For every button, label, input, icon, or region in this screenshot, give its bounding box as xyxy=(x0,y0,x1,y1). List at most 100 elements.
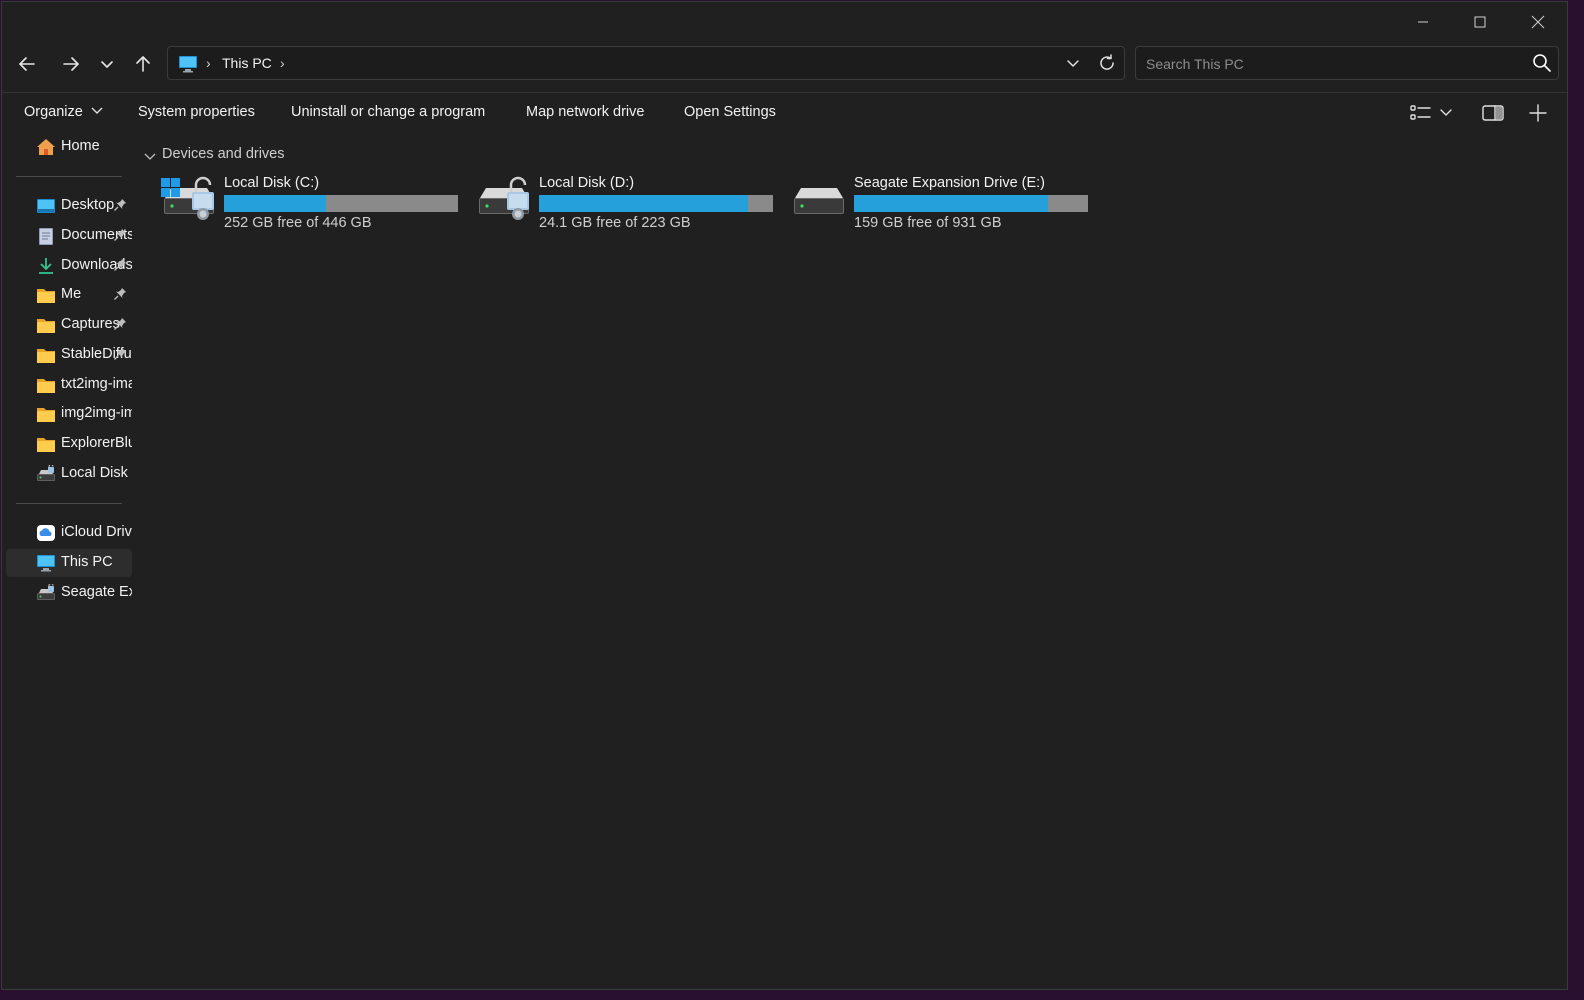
sidebar-item-home[interactable]: Home xyxy=(6,133,132,161)
uninstall-program-button[interactable]: Uninstall or change a program xyxy=(291,104,485,120)
arrow-left-icon xyxy=(19,57,35,71)
back-button[interactable] xyxy=(10,46,44,82)
new-item-button[interactable] xyxy=(1529,100,1547,126)
icloud-icon xyxy=(36,524,56,542)
sidebar-item-this-pc[interactable]: This PC xyxy=(6,548,132,577)
sidebar-item-me[interactable]: Me xyxy=(6,281,132,309)
chevron-down-icon xyxy=(1067,60,1079,67)
refresh-icon xyxy=(1100,54,1114,70)
pin-icon xyxy=(113,347,127,366)
folder-icon xyxy=(36,316,56,334)
desktop-icon xyxy=(36,197,56,215)
folder-icon xyxy=(36,405,56,423)
sidebar-item-txt2img-images[interactable]: txt2img-images xyxy=(6,371,132,399)
drive-usage-bar xyxy=(539,195,773,212)
breadcrumb-separator[interactable]: › xyxy=(206,55,211,71)
sidebar-item-label: img2img-images xyxy=(61,405,132,422)
maximize-icon xyxy=(1474,16,1486,28)
pin-icon xyxy=(113,198,127,217)
drive-free-space: 159 GB free of 931 GB xyxy=(854,215,1002,231)
sidebar-item-desktop[interactable]: Desktop xyxy=(6,192,132,220)
folder-icon xyxy=(36,435,56,453)
details-view-icon xyxy=(1410,105,1431,120)
group-title: Devices and drives xyxy=(162,146,285,162)
preview-pane-icon xyxy=(1482,105,1504,121)
monitor-icon xyxy=(36,554,56,572)
folder-icon xyxy=(36,376,56,394)
breadcrumb-this-pc[interactable]: This PC xyxy=(222,55,272,71)
view-options-button[interactable] xyxy=(1410,100,1452,126)
sidebar-item-seagate-expansion-drive-e[interactable]: Seagate Expansion Drive (E:) xyxy=(6,579,132,607)
locked-drive-icon xyxy=(476,174,536,226)
sidebar-item-label: Seagate Expansion Drive (E:) xyxy=(61,583,132,600)
sidebar-item-label: This PC xyxy=(61,553,113,570)
drive-usage-bar xyxy=(854,195,1088,212)
drive-usage-fill xyxy=(539,195,748,212)
sidebar-item-icloud-drive[interactable]: iCloud Drive xyxy=(6,519,132,547)
drive-tile-local-disk-d[interactable]: Local Disk (D:) 24.1 GB free of 223 GB xyxy=(476,172,776,236)
plus-icon xyxy=(1529,104,1547,122)
drive-usage-fill xyxy=(224,195,326,212)
sidebar-item-local-disk-d[interactable]: Local Disk (D:) xyxy=(6,460,132,488)
up-button[interactable] xyxy=(126,46,160,82)
search-box[interactable] xyxy=(1135,46,1559,80)
chevron-down-icon xyxy=(144,149,156,167)
command-bar: Organize System properties Uninstall or … xyxy=(2,94,1567,132)
refresh-button[interactable] xyxy=(1090,47,1124,79)
sidebar-item-label: Local Disk (D:) xyxy=(61,464,132,481)
forward-button[interactable] xyxy=(54,46,88,82)
search-input[interactable] xyxy=(1144,53,1518,75)
sidebar-item-label: iCloud Drive xyxy=(61,524,132,540)
organize-menu[interactable]: Organize xyxy=(24,104,103,120)
organize-label: Organize xyxy=(24,104,83,120)
drive-name: Seagate Expansion Drive (E:) xyxy=(854,175,1046,191)
map-network-drive-button[interactable]: Map network drive xyxy=(526,104,644,120)
sidebar-item-documents[interactable]: Documents xyxy=(6,222,132,250)
drive-usage-fill xyxy=(854,195,1048,212)
sidebar-item-img2img-images[interactable]: img2img-images xyxy=(6,400,132,428)
breadcrumb-separator[interactable]: › xyxy=(280,55,285,71)
sidebar-divider xyxy=(16,503,122,504)
close-button[interactable] xyxy=(1515,6,1561,38)
drive-free-space: 24.1 GB free of 223 GB xyxy=(539,215,691,231)
sidebar-item-stablediffusion[interactable]: StableDiffusion xyxy=(6,341,132,369)
minimize-icon xyxy=(1418,21,1428,23)
sidebar-item-label: Home xyxy=(61,138,100,154)
download-icon xyxy=(36,257,56,275)
chevron-down-icon xyxy=(101,61,113,68)
pin-icon xyxy=(113,317,127,336)
address-bar[interactable]: › This PC › xyxy=(167,46,1125,80)
pin-icon xyxy=(113,228,127,247)
documents-icon xyxy=(36,227,56,245)
drive-name: Local Disk (C:) xyxy=(224,175,320,191)
arrow-up-icon xyxy=(136,56,150,72)
open-settings-button[interactable]: Open Settings xyxy=(684,104,776,120)
drive-tile-local-disk-c[interactable]: Local Disk (C:) 252 GB free of 446 GB xyxy=(161,172,461,236)
drive-icon xyxy=(36,582,56,602)
maximize-button[interactable] xyxy=(1457,6,1503,38)
address-history-button[interactable] xyxy=(1056,47,1090,79)
sidebar-item-label: txt2img-images xyxy=(61,375,132,392)
pin-icon xyxy=(113,258,127,277)
folder-icon xyxy=(36,286,56,304)
arrow-right-icon xyxy=(63,57,79,71)
preview-pane-button[interactable] xyxy=(1482,100,1504,126)
recent-locations-button[interactable] xyxy=(94,46,120,82)
close-icon xyxy=(1531,15,1545,29)
sidebar-item-downloads[interactable]: Downloads xyxy=(6,252,132,280)
drive-icon xyxy=(36,463,56,483)
sidebar-item-label: ExplorerBlurMica xyxy=(61,435,132,451)
external-drive-icon xyxy=(791,174,851,226)
minimize-button[interactable] xyxy=(1400,6,1446,38)
explorer-window: › This PC › Organize Sys xyxy=(1,1,1568,990)
drive-free-space: 252 GB free of 446 GB xyxy=(224,215,372,231)
search-icon[interactable] xyxy=(1532,53,1552,78)
chevron-down-icon xyxy=(91,107,103,114)
sidebar-item-captures[interactable]: Captures xyxy=(6,311,132,339)
sidebar-item-explorerblurmica[interactable]: ExplorerBlurMica xyxy=(6,430,132,458)
chevron-down-icon xyxy=(1440,109,1452,116)
toolbar-divider xyxy=(2,92,1567,93)
folder-icon xyxy=(36,346,56,364)
system-properties-button[interactable]: System properties xyxy=(138,104,255,120)
drive-tile-seagate-expansion-drive-e[interactable]: Seagate Expansion Drive (E:) 159 GB free … xyxy=(791,172,1091,236)
